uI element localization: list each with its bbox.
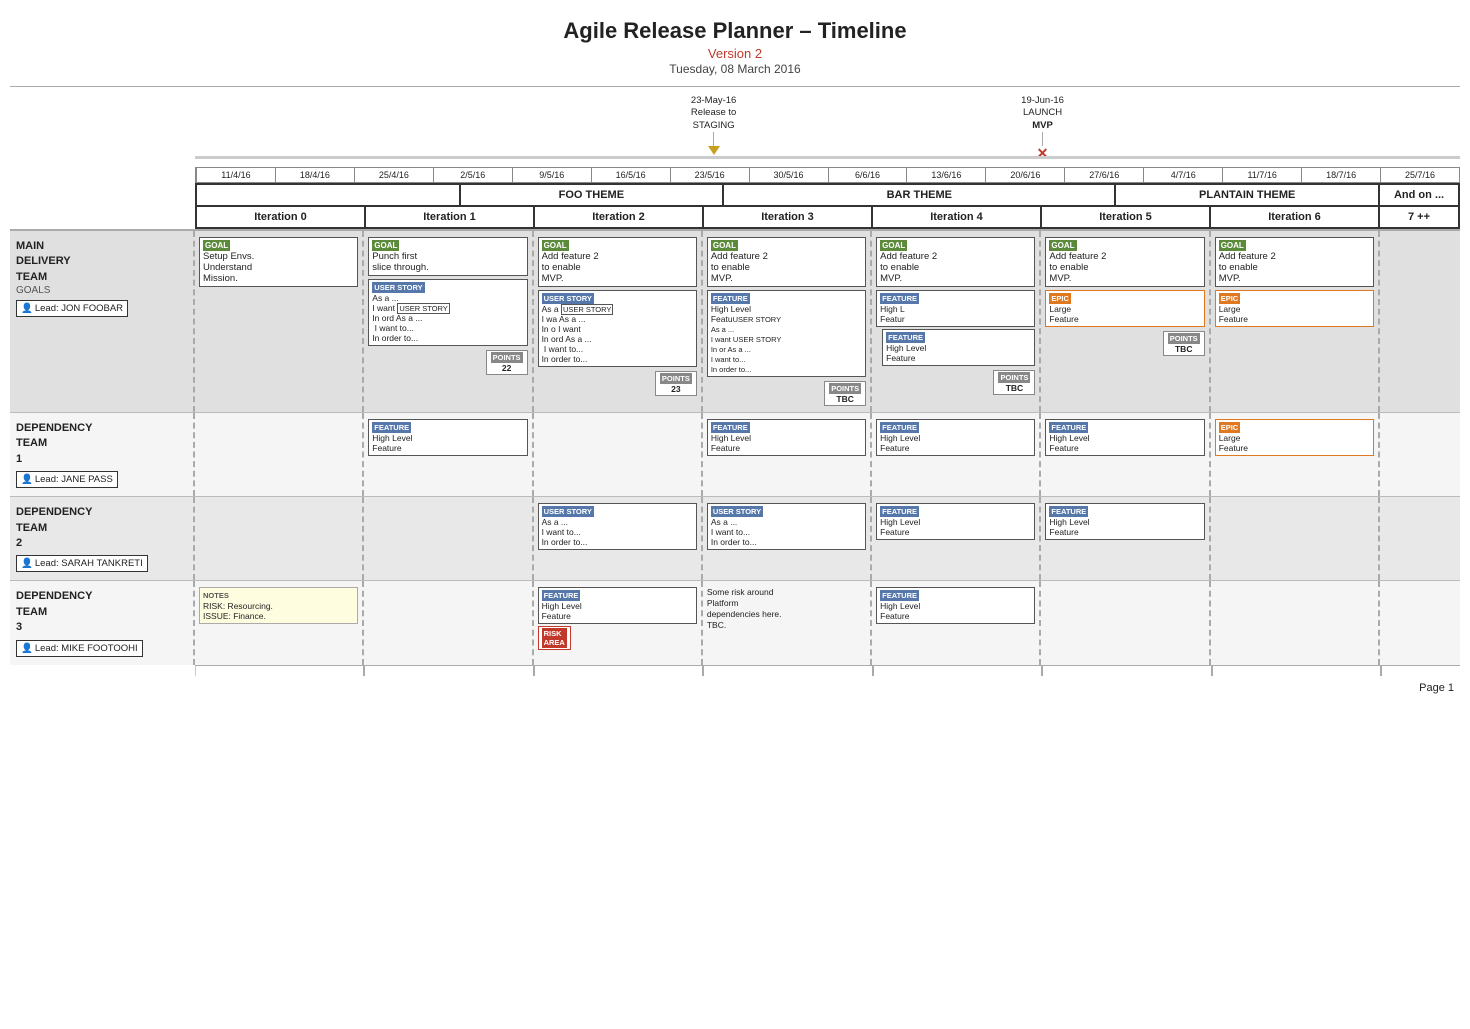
dep3-iter-3: Some risk aroundPlatformdependencies her… [703, 581, 872, 664]
page-header: Agile Release Planner – Timeline Version… [0, 0, 1470, 80]
dep1-iter-3: FEATURE High LevelFeature [703, 413, 872, 496]
page-number: Page 1 [0, 676, 1470, 700]
date-tick: 4/7/16 [1143, 168, 1222, 182]
milestone-staging: 23-May-16Release toSTAGING [674, 95, 754, 155]
lead-icon: 👤 [21, 558, 33, 569]
page-title: Agile Release Planner – Timeline [0, 18, 1470, 44]
main-iter-2: GOAL Add feature 2to enableMVP. USER STO… [534, 231, 703, 412]
main-iter-4: GOAL Add feature 2to enableMVP. FEATURE … [872, 231, 1041, 412]
team-label-main: MAIN DELIVERY TEAM GOALS 👤 Lead: JON FOO… [10, 231, 195, 412]
dep3-iter-7plus [1380, 581, 1460, 664]
team-row-dep3: DEPENDENCY TEAM 3 👤 Lead: MIKE FOOTOOHI … [10, 580, 1460, 664]
dep2-iter-7plus [1380, 497, 1460, 580]
date-tick: 16/5/16 [591, 168, 670, 182]
theme-bar: BAR THEME [724, 183, 1116, 207]
date-tick: 30/5/16 [749, 168, 828, 182]
iter-header-0: Iteration 0 [195, 207, 366, 229]
dep3-iter-6 [1211, 581, 1380, 664]
dep3-iter-5 [1041, 581, 1210, 664]
dep3-iter-1 [364, 581, 533, 664]
milestone-arrow-down [708, 146, 720, 155]
dep1-iter-5: FEATURE High LevelFeature [1041, 413, 1210, 496]
lead-main: 👤 Lead: JON FOOBAR [16, 300, 128, 317]
date-tick: 25/7/16 [1380, 168, 1460, 182]
lead-dep3: 👤 Lead: MIKE FOOTOOHI [16, 640, 143, 657]
main-iter-7plus [1380, 231, 1460, 412]
iter-header-1: Iteration 1 [366, 207, 535, 229]
date-tick: 11/4/16 [196, 168, 275, 182]
main-iter-0: GOAL Setup Envs.UnderstandMission. [195, 231, 364, 412]
theme-headers: FOO THEME BAR THEME PLANTAIN THEME And o… [195, 183, 1460, 207]
main-iter-6: GOAL Add feature 2to enableMVP. EPIC Lar… [1211, 231, 1380, 412]
dep3-iter-0: NOTES RISK: Resourcing.ISSUE: Finance. [195, 581, 364, 664]
iter-header-2: Iteration 2 [535, 207, 704, 229]
iter-header-7plus: 7 ++ [1380, 207, 1460, 229]
date-tick: 13/6/16 [906, 168, 985, 182]
lead-icon: 👤 [21, 643, 33, 654]
lead-dep1: 👤 Lead: JANE PASS [16, 471, 118, 488]
dep1-iter-4: FEATURE High LevelFeature [872, 413, 1041, 496]
date-tick: 11/7/16 [1222, 168, 1301, 182]
page-version: Version 2 [0, 46, 1470, 61]
page-date: Tuesday, 08 March 2016 [0, 62, 1470, 76]
date-tick: 20/6/16 [985, 168, 1064, 182]
dep1-iter-0 [195, 413, 364, 496]
iter-header-5: Iteration 5 [1042, 207, 1211, 229]
date-tick: 18/4/16 [275, 168, 354, 182]
date-tick: 6/6/16 [828, 168, 907, 182]
timeline-bar [195, 156, 1460, 159]
team-label-dep3: DEPENDENCY TEAM 3 👤 Lead: MIKE FOOTOOHI [10, 581, 195, 664]
lead-icon: 👤 [21, 474, 33, 485]
dep1-iter-7plus [1380, 413, 1460, 496]
date-tick: 9/5/16 [512, 168, 591, 182]
date-ruler: 11/4/16 18/4/16 25/4/16 2/5/16 9/5/16 16… [195, 167, 1460, 183]
dep2-iter-0 [195, 497, 364, 580]
iter-header-3: Iteration 3 [704, 207, 873, 229]
dep1-iter-2 [534, 413, 703, 496]
date-tick: 2/5/16 [433, 168, 512, 182]
date-tick: 27/6/16 [1064, 168, 1143, 182]
dep2-iter-5: FEATURE High LevelFeature [1041, 497, 1210, 580]
iteration-headers: Iteration 0 Iteration 1 Iteration 2 Iter… [195, 207, 1460, 229]
lead-icon: 👤 [21, 303, 33, 314]
main-iter-1: GOAL Punch firstslice through. USER STOR… [364, 231, 533, 412]
theme-plantain: PLANTAIN THEME [1116, 183, 1380, 207]
team-row-dep2: DEPENDENCY TEAM 2 👤 Lead: SARAH TANKRETI… [10, 496, 1460, 580]
date-tick: 25/4/16 [354, 168, 433, 182]
lead-dep2: 👤 Lead: SARAH TANKRETI [16, 555, 148, 572]
team-row-main: MAIN DELIVERY TEAM GOALS 👤 Lead: JON FOO… [10, 229, 1460, 412]
main-iter-5: GOAL Add feature 2to enableMVP. EPIC Lar… [1041, 231, 1210, 412]
milestone-mvp: 19-Jun-16LAUNCHMVP ✕ [1003, 95, 1083, 160]
dep2-iter-1 [364, 497, 533, 580]
team-label-dep1: DEPENDENCY TEAM 1 👤 Lead: JANE PASS [10, 413, 195, 496]
dep1-iter-6: EPIC LargeFeature [1211, 413, 1380, 496]
date-tick: 18/7/16 [1301, 168, 1380, 182]
theme-and-on: And on ... [1380, 183, 1460, 207]
date-tick: 23/5/16 [670, 168, 749, 182]
dep1-iter-1: FEATURE High LevelFeature [364, 413, 533, 496]
dep2-iter-6 [1211, 497, 1380, 580]
dep2-iter-2: USER STORY As a ...I want to...In order … [534, 497, 703, 580]
team-row-dep1: DEPENDENCY TEAM 1 👤 Lead: JANE PASS FEAT… [10, 412, 1460, 496]
iter-header-4: Iteration 4 [873, 207, 1042, 229]
dep2-iter-4: FEATURE High LevelFeature [872, 497, 1041, 580]
dep3-iter-2: FEATURE High LevelFeature RISKAREA [534, 581, 703, 664]
theme-foo: FOO THEME [461, 183, 725, 207]
dep3-iter-4: FEATURE High LevelFeature [872, 581, 1041, 664]
team-label-dep2: DEPENDENCY TEAM 2 👤 Lead: SARAH TANKRETI [10, 497, 195, 580]
timeline-area: 23-May-16Release toSTAGING 19-Jun-16LAUN… [0, 95, 1470, 676]
iter-header-6: Iteration 6 [1211, 207, 1380, 229]
main-iter-3: GOAL Add feature 2to enableMVP. FEATURE … [703, 231, 872, 412]
theme-none [195, 183, 461, 207]
dep2-iter-3: USER STORY As a ...I want to...In order … [703, 497, 872, 580]
bottom-rule [195, 665, 1460, 676]
